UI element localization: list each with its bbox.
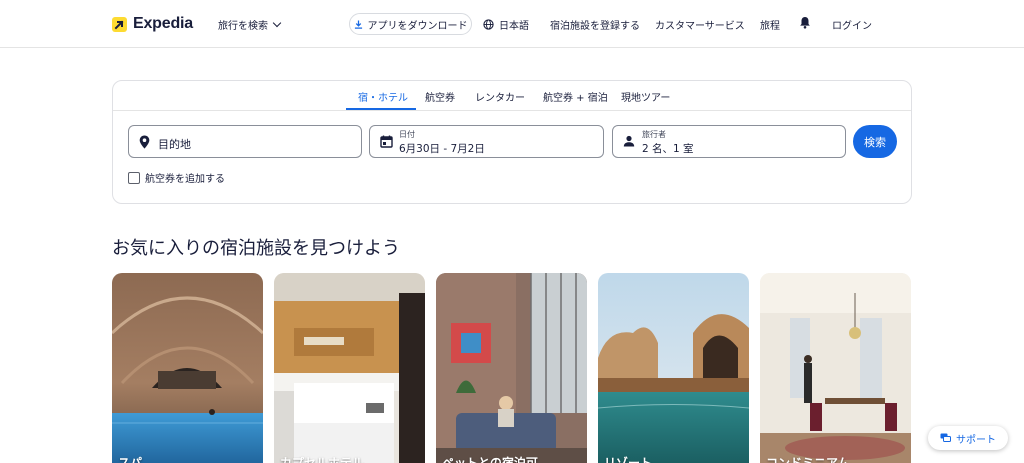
language-selector[interactable]: 日本語: [483, 17, 529, 32]
property-type-tile-pet-friendly[interactable]: ペットとの宿泊可: [436, 273, 587, 463]
date-label: 日付: [399, 130, 415, 139]
customer-service-link[interactable]: カスタマーサービス: [655, 17, 745, 32]
search-button[interactable]: 検索: [853, 125, 897, 158]
notifications-button[interactable]: [799, 16, 811, 29]
download-icon: [354, 19, 362, 29]
tab-packages[interactable]: 航空券 + 宿泊: [543, 89, 608, 104]
customer-service-label: カスタマーサービス: [655, 21, 745, 32]
header: Expedia 旅行を検索 アプリをダウンロード 日本語 宿泊施設を登録する カ…: [0, 0, 1024, 48]
trips-label: 旅程: [760, 21, 780, 32]
login-link[interactable]: ログイン: [832, 17, 872, 32]
pet-friendly-image: [436, 273, 587, 463]
language-label: 日本語: [499, 21, 529, 32]
destination-field[interactable]: 目的地: [128, 125, 362, 158]
map-pin-icon: [139, 135, 150, 149]
capsule-hotel-image: [274, 273, 425, 463]
tile-label-resort: リゾート: [604, 456, 653, 463]
tab-flights[interactable]: 航空券: [425, 89, 455, 104]
person-icon: [623, 135, 635, 147]
logo-arrow-icon: [112, 16, 127, 32]
property-type-tile-capsule-hotel[interactable]: カプセルホテル: [274, 273, 425, 463]
calendar-icon: [380, 135, 393, 148]
trips-link[interactable]: 旅程: [760, 17, 780, 32]
travelers-label: 旅行者: [642, 130, 666, 139]
list-property-label: 宿泊施設を登録する: [550, 21, 640, 32]
section-title: お気に入りの宿泊施設を見つけよう: [112, 238, 400, 259]
property-type-tile-condominium[interactable]: コンドミニアム: [760, 273, 911, 463]
travelers-field[interactable]: 旅行者 2 名、1 室: [612, 125, 846, 158]
travelers-value: 2 名、1 室: [642, 143, 694, 155]
expedia-logo[interactable]: Expedia: [112, 13, 193, 35]
support-button[interactable]: サポート: [928, 426, 1008, 450]
search-tabs: 宿・ホテル 航空券 レンタカー 航空券 + 宿泊 現地ツアー: [113, 81, 911, 111]
bell-icon: [800, 17, 810, 29]
tile-label-spa: スパ: [118, 456, 143, 463]
chevron-down-icon: [272, 18, 282, 28]
list-property-link[interactable]: 宿泊施設を登録する: [550, 17, 640, 32]
app-download-button[interactable]: アプリをダウンロード: [349, 13, 472, 35]
globe-icon: [483, 19, 494, 30]
add-flight-option[interactable]: 航空券を追加する: [128, 170, 225, 185]
brand-name: Expedia: [133, 15, 193, 32]
tile-label-condominium: コンドミニアム: [766, 456, 850, 463]
add-flight-label: 航空券を追加する: [145, 174, 225, 185]
login-label: ログイン: [832, 21, 872, 32]
active-tab-indicator: [346, 108, 416, 110]
support-label: サポート: [956, 434, 996, 446]
tab-cars[interactable]: レンタカー: [475, 89, 525, 104]
trip-search-label: 旅行を検索: [218, 21, 268, 32]
date-value: 6月30日 - 7月2日: [399, 143, 485, 155]
date-field[interactable]: 日付 6月30日 - 7月2日: [369, 125, 604, 158]
tile-label-pet-friendly: ペットとの宿泊可: [442, 456, 538, 463]
chat-icon: [940, 433, 951, 442]
property-type-tile-spa[interactable]: スパ: [112, 273, 263, 463]
tab-stays[interactable]: 宿・ホテル: [358, 89, 408, 104]
tile-label-capsule-hotel: カプセルホテル: [280, 456, 365, 463]
app-download-label: アプリをダウンロード: [367, 20, 468, 32]
search-card: 宿・ホテル 航空券 レンタカー 航空券 + 宿泊 現地ツアー 目的地 日付 6月…: [112, 80, 912, 204]
add-flight-checkbox[interactable]: [128, 171, 140, 184]
page: Expedia 旅行を検索 アプリをダウンロード 日本語 宿泊施設を登録する カ…: [0, 0, 1024, 463]
tab-activities[interactable]: 現地ツアー: [621, 89, 670, 104]
property-type-tile-resort[interactable]: リゾート: [598, 273, 749, 463]
destination-placeholder: 目的地: [158, 138, 191, 151]
trip-search-menu[interactable]: 旅行を検索: [218, 17, 282, 32]
spa-image: [112, 273, 263, 463]
resort-image: [598, 273, 749, 463]
condominium-image: [760, 273, 911, 463]
